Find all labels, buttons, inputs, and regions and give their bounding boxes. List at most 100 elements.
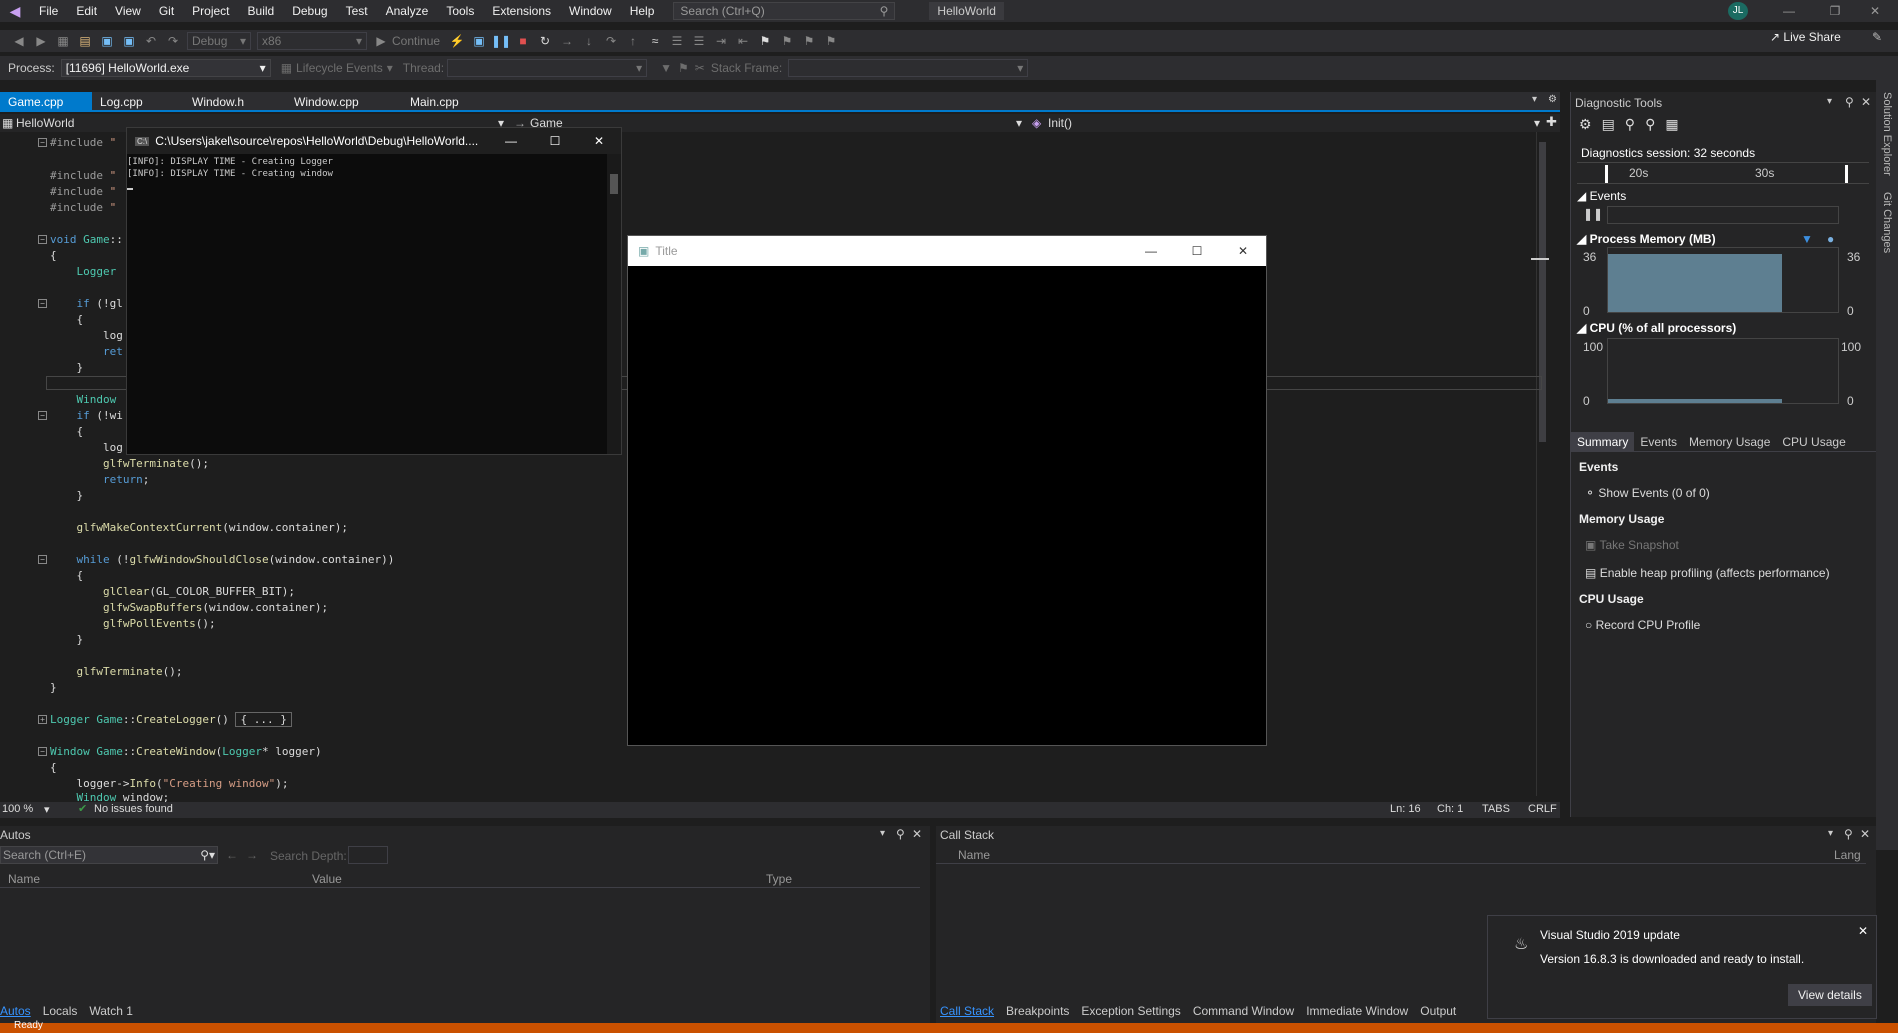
menu-help[interactable]: Help [621,0,664,22]
show-next-statement-icon[interactable]: → [556,31,578,51]
bookmark-icon[interactable]: ⚑ [754,31,776,51]
stack-frame-select[interactable]: ▾ [788,59,1029,77]
visual-studio-logo-icon[interactable]: ◀ [0,0,30,22]
user-avatar[interactable]: JL [1728,2,1748,20]
cpu-graph[interactable] [1607,338,1839,404]
project-select[interactable]: HelloWorld [16,116,74,130]
restart-icon[interactable]: ↻ [534,31,556,51]
close-icon[interactable]: ✕ [1852,0,1898,22]
tab-immediate-window[interactable]: Immediate Window [1306,1004,1408,1018]
menu-build[interactable]: Build [239,0,284,22]
close-icon[interactable]: ✕ [1860,827,1870,841]
maximize-icon[interactable]: ☐ [1174,244,1220,258]
back-icon[interactable]: ◀ [8,31,30,51]
menu-debug[interactable]: Debug [283,0,336,22]
editor-scrollbar[interactable] [1531,132,1549,796]
fold-toggle-icon[interactable]: + [38,715,47,724]
prev-bookmark-icon[interactable]: ⚑ [776,31,798,51]
fold-toggle-icon[interactable]: − [38,299,47,308]
tab-log-cpp[interactable]: Log.cpp [92,92,151,112]
menu-edit[interactable]: Edit [67,0,106,22]
tab-events[interactable]: Events [1634,432,1683,451]
zoom-out-icon[interactable]: ⚲ [1645,116,1655,133]
memory-section[interactable]: ◢ Process Memory (MB) [1577,232,1716,246]
tab-overflow-icon[interactable]: ▾ [1532,94,1537,105]
close-icon[interactable]: ✕ [912,827,922,841]
hot-reload-icon[interactable]: ⚡ [446,31,468,51]
console-window[interactable]: C:\ C:\Users\jakel\source\repos\HelloWor… [126,127,622,455]
menu-view[interactable]: View [106,0,150,22]
fold-toggle-icon[interactable]: − [38,138,47,147]
timeline-start-handle[interactable] [1605,165,1608,183]
col-type[interactable]: Type [766,872,792,886]
glfw-window[interactable]: ▣ Title — ☐ ✕ [627,235,1267,746]
heap-profiling-toggle[interactable]: ▤ Enable heap profiling (affects perform… [1585,566,1830,580]
pause-icon[interactable]: ❚❚ [1583,207,1603,221]
close-icon[interactable]: ✕ [577,134,621,148]
console-scrollbar[interactable] [607,154,621,454]
pin-icon[interactable]: ⚲ [1845,95,1854,109]
tab-exception-settings[interactable]: Exception Settings [1081,1004,1180,1018]
record-cpu-button[interactable]: ○ Record CPU Profile [1585,618,1700,632]
tab-cpu-usage[interactable]: CPU Usage [1776,432,1851,451]
minimize-icon[interactable]: — [1128,244,1174,258]
zoom-in-icon[interactable]: ⚲ [1625,116,1635,133]
redo-icon[interactable]: ↷ [162,31,184,51]
search-icon[interactable]: ⚲▾ [200,848,215,862]
continue-icon[interactable]: ▶ [370,31,392,51]
step-over-icon[interactable]: ↷ [600,31,622,51]
menu-test[interactable]: Test [337,0,377,22]
view-details-button[interactable]: View details [1788,984,1872,1006]
thread-select[interactable]: ▾ [447,59,648,77]
undo-icon[interactable]: ↶ [140,31,162,51]
fold-toggle-icon[interactable]: − [38,411,47,420]
glfw-titlebar[interactable]: ▣ Title — ☐ ✕ [628,236,1266,266]
fold-toggle-icon[interactable]: − [38,747,47,756]
events-section[interactable]: ◢ Events [1577,189,1626,203]
close-icon[interactable]: ✕ [1220,244,1266,258]
close-icon[interactable]: ✕ [1858,924,1868,938]
zoom-level[interactable]: 100 % [2,803,33,815]
minimize-icon[interactable]: — [489,134,533,148]
chevron-down-icon[interactable]: ▾ [880,828,885,839]
tab-breakpoints[interactable]: Breakpoints [1006,1004,1069,1018]
git-changes-tab[interactable]: Git Changes [1881,192,1893,253]
col-name[interactable]: Name [8,872,40,886]
tab-call-stack[interactable]: Call Stack [940,1004,994,1018]
pin-icon[interactable]: ⚲ [1844,827,1853,841]
next-bookmark-icon[interactable]: ⚑ [798,31,820,51]
settings-icon[interactable]: ⚙ [1579,116,1592,133]
lifecycle-events-icon[interactable]: ▦ [281,61,292,75]
indent-mode[interactable]: TABS [1482,803,1510,815]
menu-tools[interactable]: Tools [437,0,483,22]
save-all-icon[interactable]: ▣ [118,31,140,51]
tab-main-cpp[interactable]: Main.cpp [402,92,467,112]
split-icon[interactable]: ✚ [1546,114,1557,130]
new-project-icon[interactable]: ▦ [52,31,74,51]
live-share-button[interactable]: ↗ Live Share [1770,30,1841,44]
fold-toggle-icon[interactable]: − [38,555,47,564]
line-number[interactable]: Ln: 16 [1390,803,1421,815]
platform-select[interactable]: x86 ▾ [257,32,367,50]
scissors-icon[interactable]: ✂ [695,61,705,75]
save-icon[interactable]: ▣ [96,31,118,51]
menu-project[interactable]: Project [183,0,238,22]
console-titlebar[interactable]: C:\ C:\Users\jakel\source\repos\HelloWor… [127,128,621,154]
show-events-link[interactable]: ⚬ Show Events (0 of 0) [1585,486,1710,500]
column-number[interactable]: Ch: 1 [1437,803,1463,815]
chevron-down-icon[interactable]: ▾ [1827,96,1832,107]
tab-command-window[interactable]: Command Window [1193,1004,1294,1018]
timeline-ruler[interactable]: 20s 30s [1577,162,1869,184]
comment-icon[interactable]: ☰ [688,31,710,51]
col-lang[interactable]: Lang [1834,848,1861,862]
thread-icon[interactable]: ≈ [644,31,666,51]
gear-icon[interactable]: ⚙ [1548,94,1557,105]
back-icon[interactable]: ← [226,848,238,862]
timeline-end-handle[interactable] [1845,165,1848,183]
filter-icon[interactable]: ▼ [660,61,672,75]
memory-graph[interactable] [1607,247,1839,313]
tab-autos[interactable]: Autos [0,1004,31,1018]
tab-game-cpp[interactable]: Game.cpp −〉 ✕ [0,92,92,129]
reset-zoom-icon[interactable]: ▦ [1665,116,1678,133]
member-select[interactable]: Init() [1048,116,1072,130]
